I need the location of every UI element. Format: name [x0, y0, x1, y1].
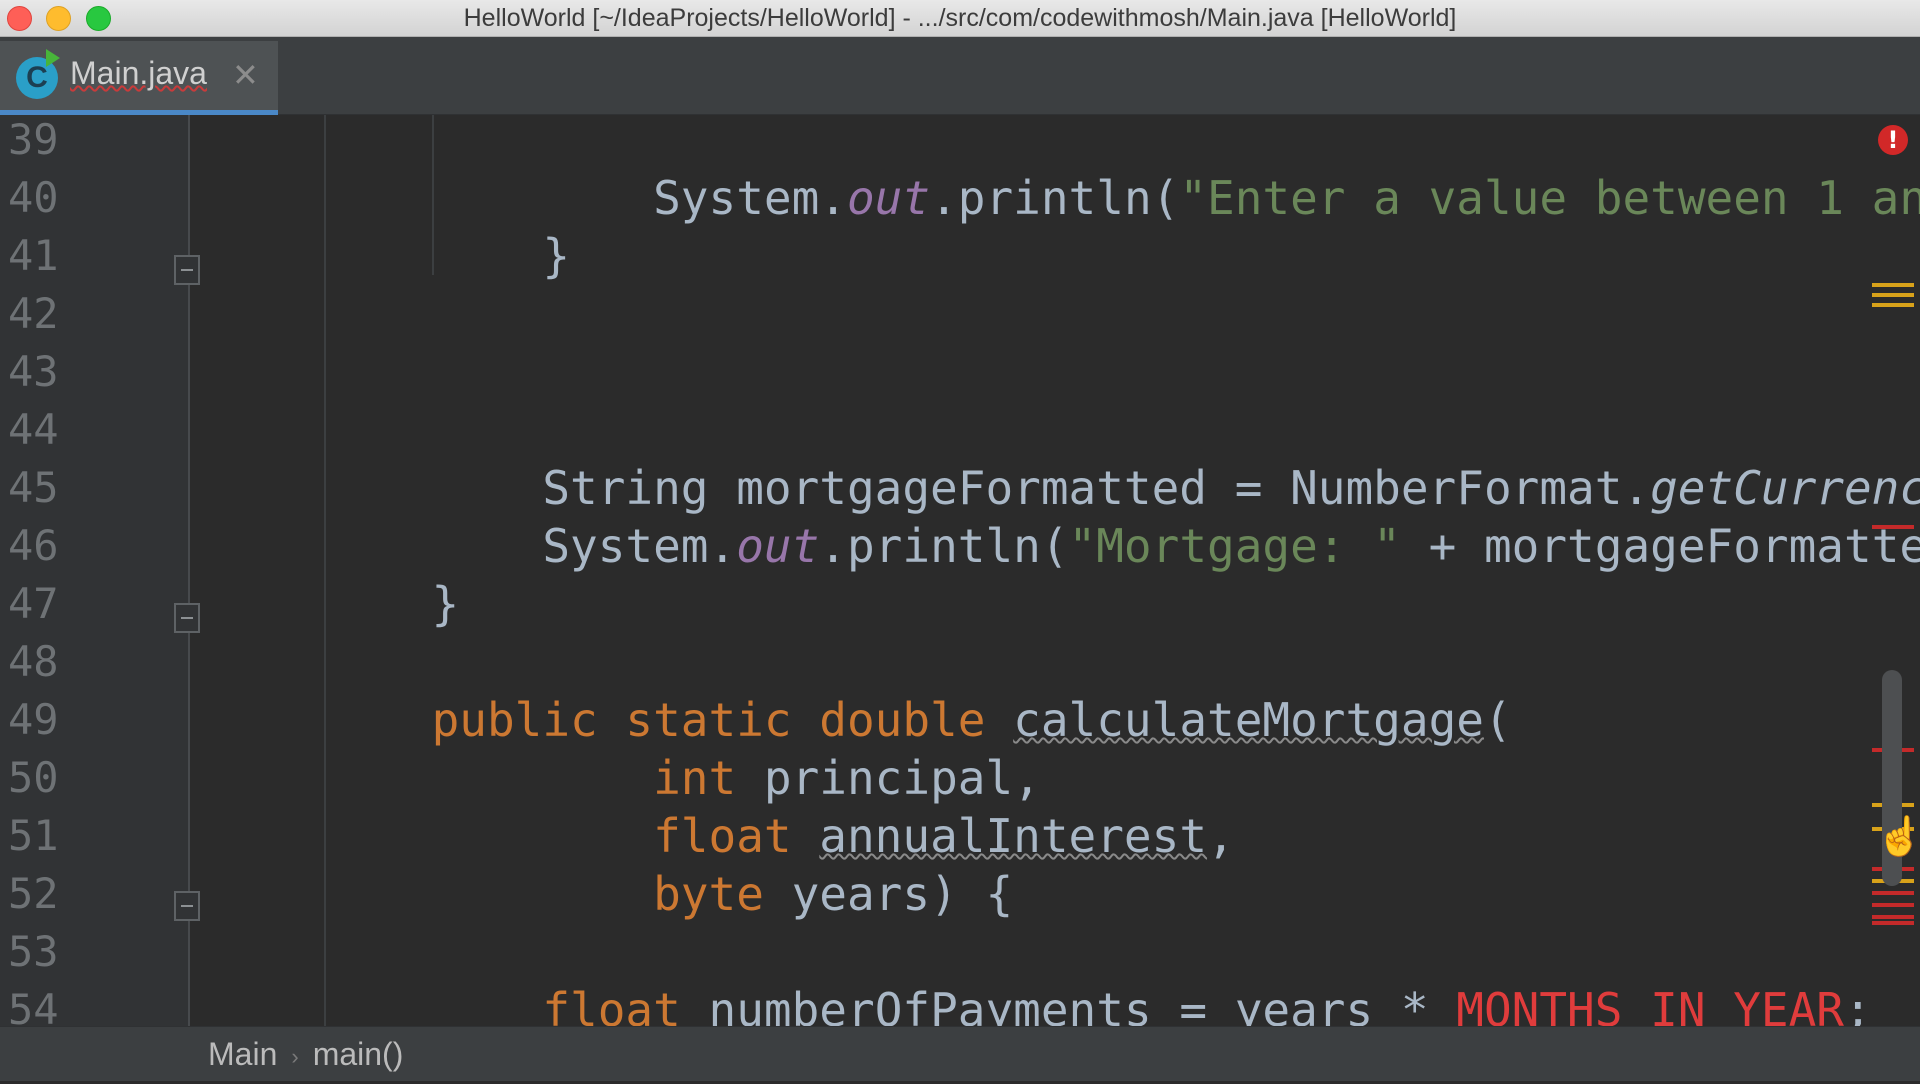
code-token: out: [736, 519, 820, 573]
code-token: "Enter a value between 1 and 3: [1179, 171, 1920, 225]
line-number: 46: [8, 521, 59, 570]
code-token: System.: [210, 519, 737, 573]
code-token: calculateMortgage: [1013, 693, 1484, 747]
error-stripe[interactable]: [1872, 915, 1914, 919]
line-number: 51: [8, 811, 59, 860]
line-number: 47: [8, 579, 59, 628]
line-number: 44: [8, 405, 59, 454]
code-token: out: [846, 171, 931, 225]
tab-main-java[interactable]: C Main.java ✕: [0, 41, 278, 115]
code-token: public static double: [431, 693, 986, 747]
fold-icon[interactable]: [174, 891, 200, 921]
line-number: 49: [8, 695, 59, 744]
code-token: ,: [1207, 809, 1235, 863]
error-stripe[interactable]: [1872, 891, 1914, 895]
code-token: int: [653, 751, 737, 805]
code-token: + mortgageFormatted);: [1428, 519, 1920, 573]
line-number: 53: [8, 927, 59, 976]
code-token: annualInterest: [819, 809, 1208, 863]
navigation-bar: Main › main(): [0, 1026, 1920, 1081]
line-number: 48: [8, 637, 59, 686]
code-token: (: [1483, 693, 1512, 747]
code-token: .println(: [930, 171, 1180, 225]
code-line[interactable]: }: [210, 575, 460, 633]
line-number: 54: [8, 985, 59, 1026]
run-badge-icon: [46, 49, 60, 67]
code-token: ;: [1844, 983, 1872, 1026]
editor-tab-bar: C Main.java ✕: [0, 37, 1920, 115]
code-token: getCurrencyIn: [1650, 461, 1920, 515]
fold-icon[interactable]: [174, 603, 200, 633]
title-bar: HelloWorld [~/IdeaProjects/HelloWorld] -…: [0, 0, 1920, 37]
window-title: HelloWorld [~/IdeaProjects/HelloWorld] -…: [463, 4, 1457, 32]
code-line[interactable]: System.out.println("Enter a value betwee…: [210, 169, 1920, 227]
code-token: float: [653, 809, 792, 863]
code-token: String mortgageFormatted = NumberFormat.: [210, 461, 1651, 515]
line-number: 39: [8, 115, 59, 164]
code-line[interactable]: float annualInterest,: [210, 807, 1235, 865]
breadcrumb-separator: ›: [291, 1043, 299, 1069]
code-line[interactable]: float numberOfPayments = years * MONTHS_…: [210, 981, 1872, 1026]
error-stripe[interactable]: [1872, 921, 1914, 925]
warning-stripe[interactable]: [1872, 283, 1914, 287]
code-token: MONTHS_IN_YEAR: [1456, 983, 1845, 1026]
code-token: numberOfPayments = years *: [680, 983, 1457, 1026]
code-line[interactable]: System.out.println("Mortgage: " + mortga…: [210, 517, 1920, 575]
error-icon[interactable]: !: [1878, 125, 1908, 155]
tab-label: Main.java: [70, 55, 207, 91]
line-number: 41: [8, 231, 59, 280]
warning-stripe[interactable]: [1872, 303, 1914, 307]
code-lines[interactable]: System.out.println("Enter a value betwee…: [210, 115, 1920, 1026]
code-line[interactable]: }: [210, 227, 570, 285]
gutter-divider: [188, 115, 190, 1026]
code-token: }: [210, 229, 571, 283]
code-token: System.: [210, 171, 847, 225]
breadcrumb-item-class[interactable]: Main: [208, 1036, 277, 1072]
line-number: 43: [8, 347, 59, 396]
code-line[interactable]: byte years) {: [210, 865, 1013, 923]
code-line[interactable]: String mortgageFormatted = NumberFormat.…: [210, 459, 1920, 517]
code-token: "Mortgage: ": [1068, 519, 1401, 573]
code-token: }: [210, 577, 460, 631]
fold-icon[interactable]: [174, 255, 200, 285]
code-token: float: [542, 983, 681, 1026]
warning-stripe[interactable]: [1872, 293, 1914, 297]
code-line[interactable]: public static double calculateMortgage(: [210, 691, 1512, 749]
error-stripe[interactable]: [1872, 903, 1914, 907]
code-line[interactable]: int principal,: [210, 749, 1041, 807]
breadcrumb-item-method[interactable]: main(): [313, 1036, 404, 1072]
line-number: 40: [8, 173, 59, 222]
code-editor[interactable]: 39 40 41 42 43 44 45 46 47 48 49 50 51 52 53 54 System.…: [0, 115, 1920, 1026]
error-stripe[interactable]: [1872, 525, 1914, 529]
code-token: .println(: [819, 519, 1069, 573]
code-token: principal,: [736, 751, 1041, 805]
code-token: byte: [653, 867, 764, 921]
hand-cursor-icon: ☝: [1876, 816, 1920, 858]
line-number: 42: [8, 289, 59, 338]
line-number: 45: [8, 463, 59, 512]
line-number: 50: [8, 753, 59, 802]
line-number: 52: [8, 869, 59, 918]
breadcrumb: Main › main(): [208, 1027, 403, 1081]
code-token: years) {: [763, 867, 1014, 921]
close-tab-icon[interactable]: ✕: [232, 55, 259, 95]
